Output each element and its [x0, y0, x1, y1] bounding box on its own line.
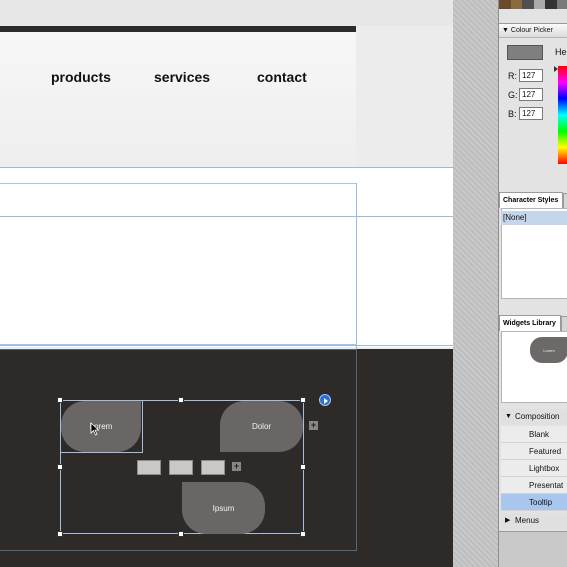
tab-dolor[interactable]: Dolor — [220, 401, 303, 452]
hue-spectrum-slider[interactable] — [558, 66, 567, 164]
tab-stub[interactable] — [563, 193, 567, 209]
widget-options-icon[interactable] — [319, 394, 331, 406]
r-input[interactable]: 127 — [519, 69, 543, 82]
widget-thumbnail[interactable] — [201, 460, 225, 475]
tab-dolor-label: Dolor — [251, 422, 272, 431]
library-item-blank[interactable]: Blank — [501, 426, 567, 443]
design-canvas[interactable]: products services contact Lorem Dolor Ip… — [0, 0, 453, 567]
add-tab-icon[interactable]: + — [309, 421, 318, 430]
tab-lorem-selection — [60, 400, 143, 453]
g-label: G: — [508, 90, 518, 100]
add-thumbnail-icon[interactable]: + — [232, 462, 241, 471]
content-frame[interactable] — [0, 183, 357, 345]
guide-line[interactable] — [0, 216, 453, 217]
pasteboard — [453, 0, 498, 567]
caret-down-icon[interactable]: ▼ — [505, 409, 512, 425]
folder-menus-label: Menus — [515, 516, 540, 525]
swatch-row[interactable] — [499, 0, 567, 9]
tab-ipsum-label: Ipsum — [212, 503, 235, 513]
widget-preview-thumbnail: Lorem — [530, 337, 567, 363]
panel-footer — [499, 531, 567, 567]
nav-contact-link[interactable]: contact — [257, 69, 307, 85]
colour-picker-title: Colour Picker — [510, 27, 553, 34]
header-area[interactable] — [0, 32, 356, 167]
resize-handle[interactable] — [57, 397, 63, 403]
resize-handle[interactable] — [178, 397, 184, 403]
folder-composition-label: Composition — [515, 412, 560, 421]
folder-menus[interactable]: ▶ Menus — [501, 513, 567, 529]
g-input[interactable]: 127 — [519, 88, 543, 101]
widget-preview-label: Lorem — [543, 347, 555, 353]
resize-handle[interactable] — [300, 464, 306, 470]
colour-picker-header[interactable]: ▼ Colour Picker — [499, 23, 567, 38]
r-label: R: — [508, 71, 517, 81]
library-item-tooltip[interactable]: Tooltip — [501, 494, 567, 511]
resize-handle[interactable] — [300, 397, 306, 403]
guide-line[interactable] — [0, 345, 453, 346]
widget-thumbnail[interactable] — [137, 460, 161, 475]
library-item-featured[interactable]: Featured — [501, 443, 567, 460]
tab-widgets-library[interactable]: Widgets Library — [499, 315, 561, 331]
b-input[interactable]: 127 — [519, 107, 543, 120]
widget-thumbnail[interactable] — [169, 460, 193, 475]
resize-handle[interactable] — [300, 531, 306, 537]
character-styles-title: Character Styles — [503, 197, 559, 204]
tab-stub[interactable] — [561, 316, 567, 332]
current-colour-swatch[interactable] — [507, 45, 543, 60]
library-item-presentation[interactable]: Presentat — [501, 477, 567, 494]
caret-right-icon[interactable]: ▶ — [505, 513, 510, 529]
resize-handle[interactable] — [178, 531, 184, 537]
library-item-lightbox[interactable]: Lightbox — [501, 460, 567, 477]
nav-products-link[interactable]: products — [51, 69, 111, 85]
character-style-none[interactable]: [None] — [501, 211, 567, 225]
mouse-cursor-icon — [90, 422, 100, 436]
hue-slider-arrow-icon[interactable] — [554, 66, 558, 72]
canvas-top-strip — [0, 0, 453, 26]
widgets-library-title: Widgets Library — [503, 320, 556, 327]
collapse-triangle-icon[interactable]: ▼ — [502, 27, 509, 34]
nav-services-link[interactable]: services — [154, 69, 210, 85]
resize-handle[interactable] — [57, 531, 63, 537]
resize-handle[interactable] — [57, 464, 63, 470]
folder-composition[interactable]: ▼ Composition — [501, 409, 567, 425]
guide-line[interactable] — [0, 167, 453, 168]
tab-character-styles[interactable]: Character Styles — [499, 192, 563, 208]
hex-label: He — [555, 47, 567, 57]
tab-ipsum[interactable]: Ipsum — [182, 482, 265, 534]
right-panel: ▼ Colour Picker He R: G: B: 127 127 127 … — [498, 0, 567, 567]
b-label: B: — [508, 109, 517, 119]
